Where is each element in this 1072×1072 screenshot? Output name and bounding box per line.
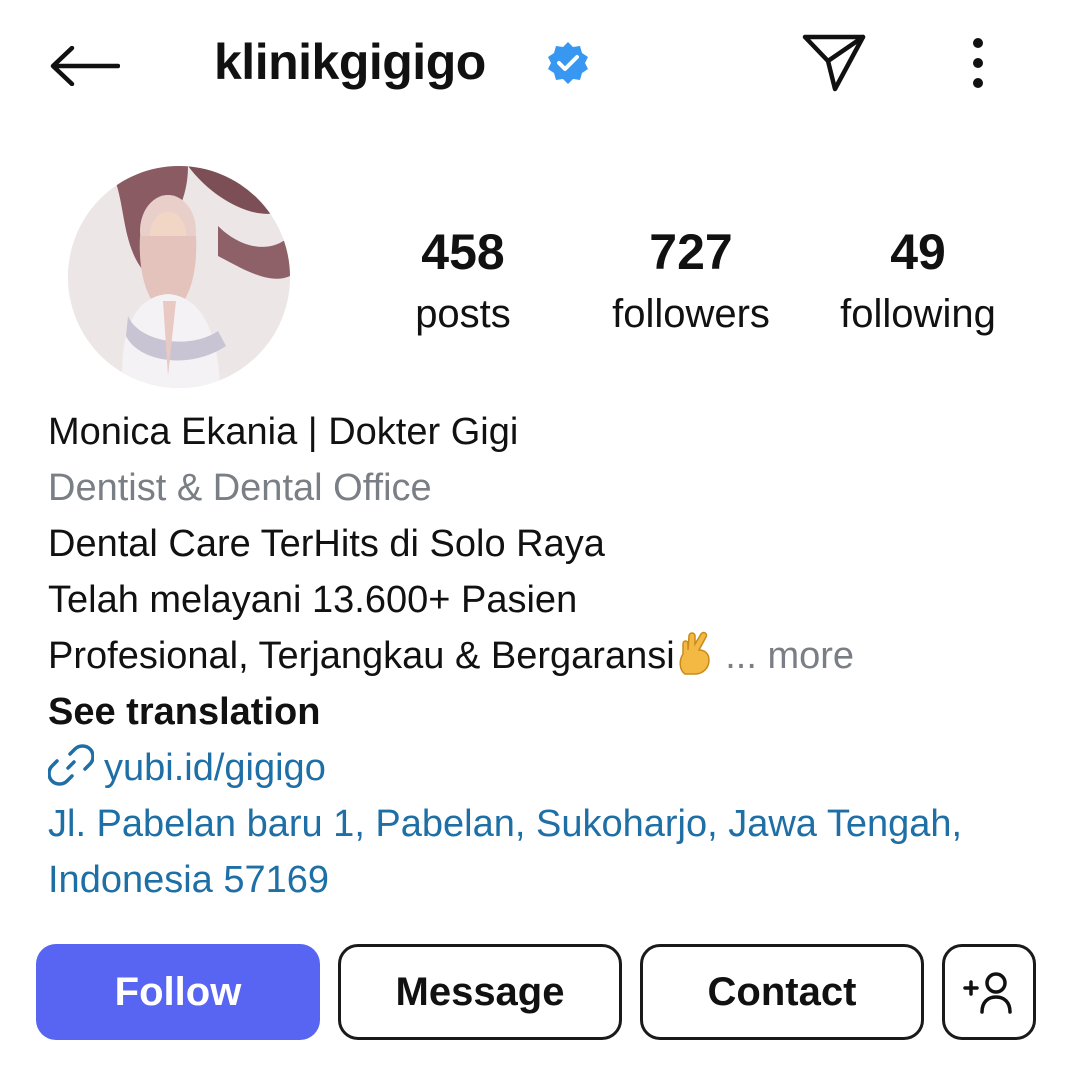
profile-username: klinikgigigo xyxy=(214,34,486,90)
profile-bio: Monica Ekania | Dokter Gigi Dentist & De… xyxy=(48,404,1048,908)
posts-count[interactable]: 458 posts xyxy=(358,222,568,346)
following-number: 49 xyxy=(890,224,946,280)
paper-plane-icon xyxy=(802,34,866,92)
follow-button[interactable]: Follow xyxy=(36,944,320,1040)
arrow-left-icon xyxy=(50,46,120,86)
bio-more-link[interactable]: ... more xyxy=(725,635,854,677)
profile-avatar[interactable] xyxy=(68,166,290,388)
followers-label: followers xyxy=(612,292,770,336)
contact-button[interactable]: Contact xyxy=(640,944,924,1040)
posts-number: 458 xyxy=(421,224,505,280)
profile-name: Monica Ekania | Dokter Gigi xyxy=(48,411,519,453)
verified-badge-icon xyxy=(548,42,588,84)
link-icon xyxy=(48,744,94,786)
avatar-image xyxy=(68,166,290,388)
followers-number: 727 xyxy=(649,224,733,280)
address-link[interactable]: Jl. Pabelan baru 1, Pabelan, Sukoharjo, … xyxy=(48,796,1038,908)
bio-line-3-container: Profesional, Terjangkau & Bergaransi ...… xyxy=(48,628,1048,684)
add-user-button[interactable] xyxy=(942,944,1036,1040)
message-button[interactable]: Message xyxy=(338,944,622,1040)
bio-website-link[interactable]: yubi.id/gigigo xyxy=(48,740,1048,796)
crossed-fingers-emoji-icon xyxy=(679,631,710,675)
back-button[interactable] xyxy=(44,34,124,98)
website-url: yubi.id/gigigo xyxy=(104,747,326,789)
posts-label: posts xyxy=(415,292,511,336)
profile-header: klinikgigigo xyxy=(0,0,1072,128)
bio-line-1: Dental Care TerHits di Solo Raya xyxy=(48,523,605,565)
see-translation-link[interactable]: See translation xyxy=(48,684,1048,740)
profile-category: Dentist & Dental Office xyxy=(48,467,432,509)
add-person-icon xyxy=(963,972,1012,1014)
following-count[interactable]: 49 following xyxy=(813,222,1023,346)
more-options-button[interactable] xyxy=(950,30,1006,96)
send-message-button[interactable] xyxy=(796,26,872,98)
bio-line-3: Profesional, Terjangkau & Bergaransi xyxy=(48,635,675,677)
following-label: following xyxy=(840,292,996,336)
bio-line-2: Telah melayani 13.600+ Pasien xyxy=(48,579,578,621)
followers-count[interactable]: 727 followers xyxy=(586,222,796,346)
vertical-dots-icon xyxy=(973,38,983,88)
